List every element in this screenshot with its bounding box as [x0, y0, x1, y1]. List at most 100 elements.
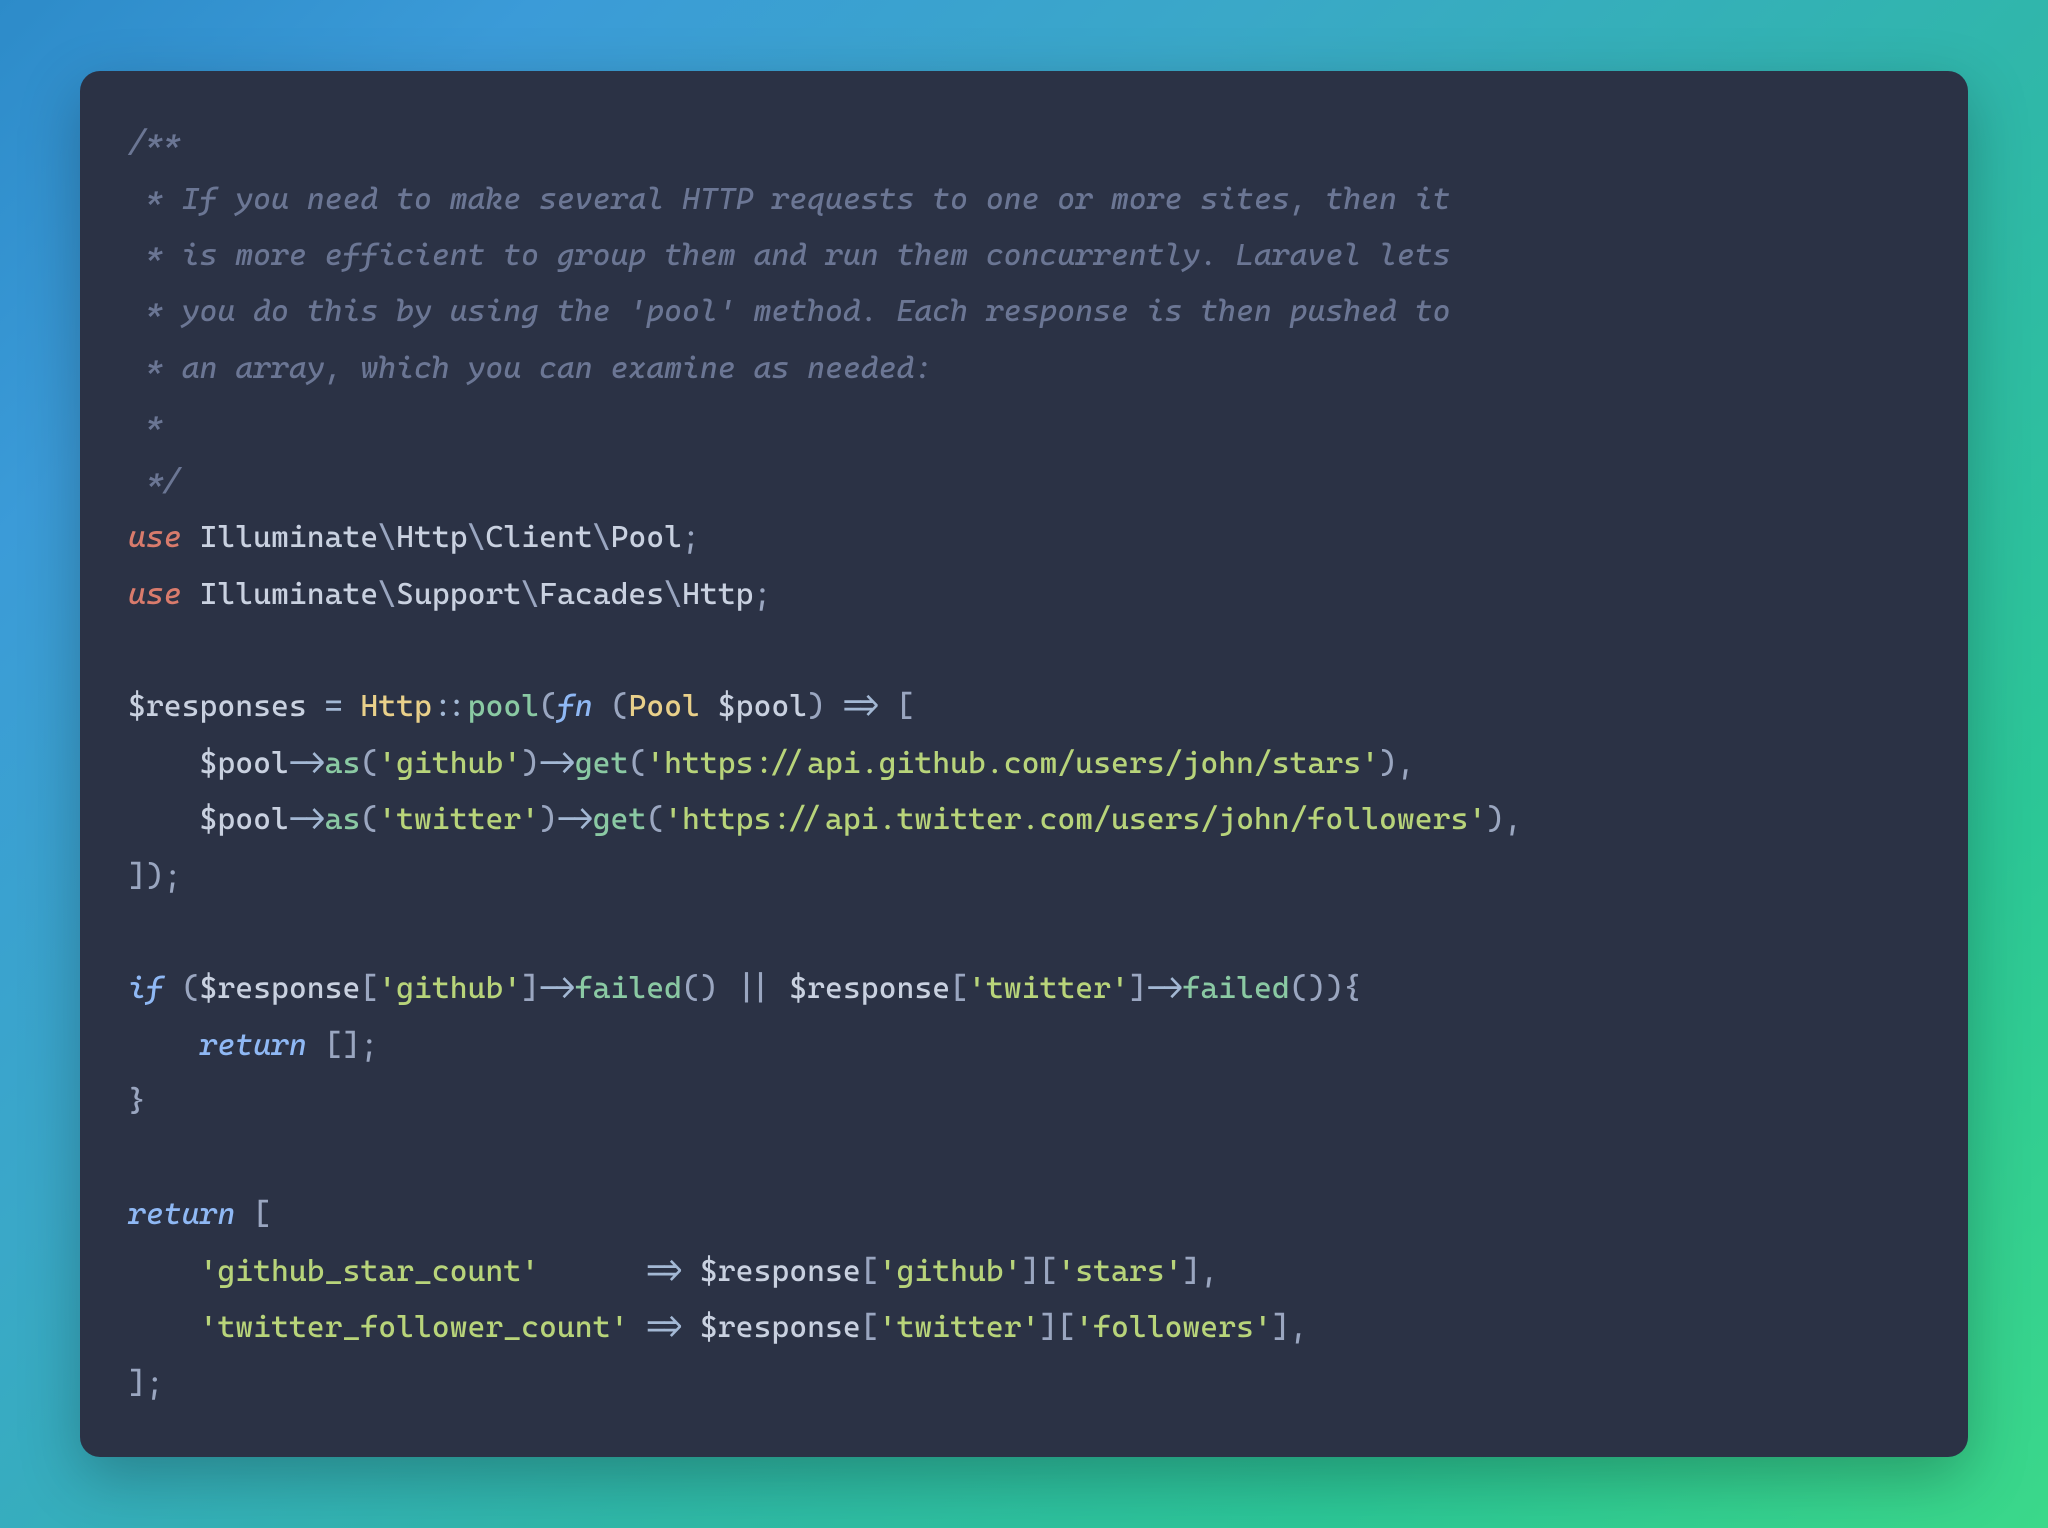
code-token: $response [700, 1254, 861, 1289]
code-line: use Illuminate\Support\Facades\Http; [128, 577, 771, 612]
code-token: ( [360, 802, 378, 837]
code-token: as [325, 802, 361, 837]
code-token: 'twitter' [879, 1310, 1040, 1345]
code-token: ) [521, 746, 539, 781]
code-token: if [128, 971, 164, 1006]
code-token: 'twitter' [378, 802, 539, 837]
code-token: ( [628, 746, 646, 781]
code-token: \ [468, 520, 486, 555]
code-token: $response [200, 971, 361, 1006]
code-token: -> [1147, 971, 1183, 1006]
code-token: ()){ [1290, 971, 1361, 1006]
code-token: () || [682, 971, 789, 1006]
code-token: ] [1129, 971, 1147, 1006]
code-token: get [593, 802, 647, 837]
code-token: 'github' [378, 746, 521, 781]
code-token: ]); [128, 859, 182, 894]
code-token: failed [1182, 971, 1289, 1006]
code-token: pool [468, 689, 539, 724]
code-token: [ [861, 1254, 879, 1289]
code-token: 'github_star_count' [199, 1254, 539, 1289]
code-token [628, 1310, 646, 1345]
code-token: [ [235, 1197, 271, 1232]
code-token: 'followers' [1075, 1310, 1272, 1345]
code-token: [ [861, 1310, 879, 1345]
code-token: return [199, 1028, 306, 1063]
code-token: [ [879, 689, 915, 724]
code-token: $pool [199, 802, 288, 837]
code-line: * If you need to make several HTTP reque… [128, 182, 1450, 217]
code-token: $responses [128, 689, 307, 724]
code-token: -> [539, 746, 575, 781]
code-token: as [325, 746, 361, 781]
code-token: :: [432, 689, 468, 724]
code-token: $pool [718, 689, 807, 724]
code-line: ]; [128, 1366, 164, 1401]
code-token: Facades [539, 577, 664, 612]
code-token: -> [539, 971, 575, 1006]
code-token: 'github' [879, 1254, 1022, 1289]
code-token: ][ [1039, 1310, 1075, 1345]
code-token: => [843, 689, 879, 724]
code-token: \ [521, 577, 539, 612]
code-token: get [575, 746, 629, 781]
code-token: ( [646, 802, 664, 837]
code-line: 'twitter_follower_count' => $response['t… [128, 1310, 1308, 1345]
code-token: fn [557, 689, 593, 724]
code-line: */ [128, 464, 182, 499]
code-line: $responses = Http::pool(fn (Pool $pool) … [128, 689, 914, 724]
code-token: ; [754, 577, 772, 612]
code-line: if ($response['github']->failed() || $re… [128, 971, 1361, 1006]
code-token: ) [807, 689, 843, 724]
code-token: 'twitter_follower_count' [199, 1310, 628, 1345]
code-token: use [128, 520, 182, 555]
code-token: -> [557, 802, 593, 837]
code-token: => [646, 1254, 682, 1289]
code-token: Pool [611, 520, 682, 555]
code-token: } [128, 1084, 146, 1119]
code-token: $response [700, 1310, 861, 1345]
code-window: /** * If you need to make several HTTP r… [80, 71, 1968, 1457]
code-token [682, 1310, 700, 1345]
code-token: \ [378, 577, 396, 612]
code-line: * you do this by using the 'pool' method… [128, 294, 1450, 329]
code-token: [ [360, 971, 378, 1006]
code-token: 'https://api.twitter.com/users/john/foll… [664, 802, 1486, 837]
code-token: 'stars' [1057, 1254, 1182, 1289]
code-token: Illuminate [200, 577, 379, 612]
code-line: /** [128, 125, 182, 160]
code-token [182, 577, 200, 612]
code-line: } [128, 1084, 146, 1119]
code-token [700, 689, 718, 724]
code-token: */ [128, 464, 182, 499]
code-line: $pool->as('twitter')->get('https://api.t… [128, 802, 1522, 837]
code-token: ; [682, 520, 700, 555]
code-token [182, 520, 200, 555]
code-token: ( [360, 746, 378, 781]
code-token: Pool [628, 689, 699, 724]
code-token: Illuminate [200, 520, 379, 555]
code-line: * an array, which you can examine as nee… [128, 351, 932, 386]
code-token: use [128, 577, 182, 612]
code-line: return [ [128, 1197, 271, 1232]
code-token: [ [950, 971, 968, 1006]
code-token: Client [485, 520, 592, 555]
code-token: ] [521, 971, 539, 1006]
code-token: \ [378, 520, 396, 555]
code-token: \ [593, 520, 611, 555]
code-line: use Illuminate\Http\Client\Pool; [128, 520, 700, 555]
code-token: * you do this by using the 'pool' method… [128, 294, 1450, 329]
code-token: ( [593, 689, 629, 724]
code-token: 'https://api.github.com/users/john/stars… [646, 746, 1379, 781]
code-line: * [128, 407, 164, 442]
code-token: => [646, 1310, 682, 1345]
code-token: * If you need to make several HTTP reque… [128, 182, 1450, 217]
code-token [682, 1254, 700, 1289]
code-token: return [128, 1197, 235, 1232]
code-token: ( [164, 971, 200, 1006]
code-token: failed [575, 971, 682, 1006]
code-token: Http [360, 689, 431, 724]
code-token: ), [1379, 746, 1415, 781]
code-token: /** [128, 125, 182, 160]
code-line: 'github_star_count' => $response['github… [128, 1254, 1218, 1289]
